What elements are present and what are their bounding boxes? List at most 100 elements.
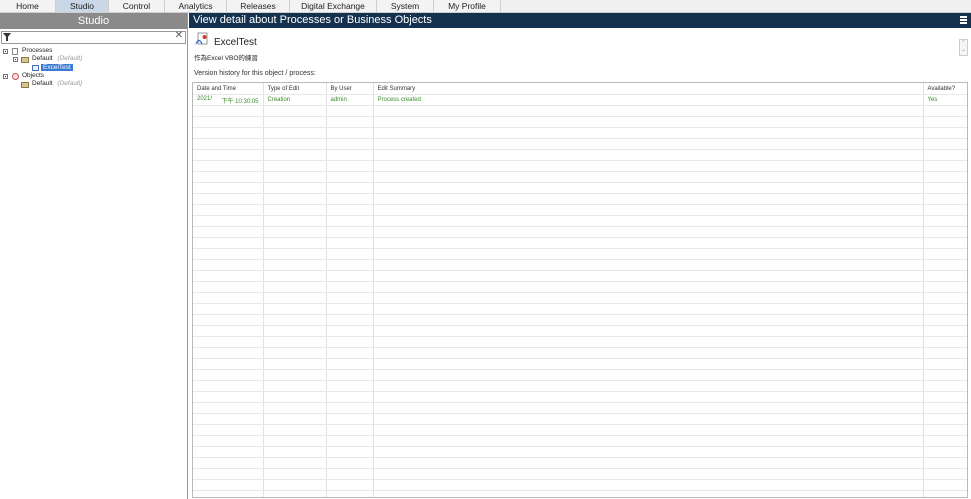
empty-cell <box>326 457 374 469</box>
collapse-processes-icon[interactable] <box>3 49 8 54</box>
tree-node-process-group-default[interactable]: Default (Default) <box>32 55 82 63</box>
empty-cell <box>193 182 264 194</box>
empty-cell <box>193 116 264 128</box>
empty-table-row <box>193 204 967 216</box>
empty-cell <box>263 358 327 370</box>
empty-cell <box>326 358 374 370</box>
empty-cell <box>326 160 374 172</box>
empty-cell <box>263 369 327 381</box>
empty-cell <box>263 413 327 425</box>
empty-cell <box>373 127 924 139</box>
empty-table-row <box>193 193 967 205</box>
empty-cell <box>923 171 967 183</box>
empty-cell <box>263 325 327 337</box>
description-scrollbar[interactable]: ⌃ ⌄ <box>959 39 968 56</box>
empty-cell <box>193 259 264 271</box>
empty-cell <box>193 402 264 414</box>
empty-cell <box>373 171 924 183</box>
column-header-user[interactable]: By User <box>326 83 374 95</box>
collapse-objects-icon[interactable] <box>3 74 8 79</box>
filter-icon[interactable] <box>3 33 11 41</box>
empty-cell <box>263 292 327 304</box>
empty-cell <box>326 347 374 359</box>
empty-cell <box>373 105 924 117</box>
empty-cell <box>326 270 374 282</box>
empty-cell <box>373 347 924 359</box>
empty-cell <box>373 435 924 447</box>
empty-table-row <box>193 160 967 172</box>
empty-table-row <box>193 303 967 315</box>
cell-user: admin <box>326 94 374 106</box>
empty-cell <box>923 435 967 447</box>
empty-cell <box>923 259 967 271</box>
empty-cell <box>263 182 327 194</box>
empty-cell <box>373 281 924 293</box>
empty-cell <box>193 380 264 392</box>
tab-home[interactable]: Home <box>0 0 56 12</box>
empty-cell <box>263 435 327 447</box>
empty-cell <box>923 479 967 491</box>
empty-cell <box>326 446 374 458</box>
empty-cell <box>373 325 924 337</box>
empty-table-row <box>193 424 967 436</box>
table-row[interactable]: 2021/ 下午 10:30:05 Creation admin Process… <box>193 94 967 106</box>
cell-date: 2021/ <box>197 95 213 102</box>
tab-my-profile[interactable]: My Profile <box>434 0 501 12</box>
column-header-summary[interactable]: Edit Summary <box>373 83 924 95</box>
empty-cell <box>263 336 327 348</box>
empty-cell <box>193 193 264 205</box>
menu-icon[interactable] <box>960 16 967 25</box>
empty-cell <box>326 413 374 425</box>
tab-digital-exchange[interactable]: Digital Exchange <box>290 0 377 12</box>
empty-cell <box>193 314 264 326</box>
empty-table-row <box>193 292 967 304</box>
empty-cell <box>263 116 327 128</box>
tab-system[interactable]: System <box>377 0 434 12</box>
empty-cell <box>193 468 264 480</box>
empty-cell <box>923 105 967 117</box>
group-default-tag: (Default) <box>57 80 83 87</box>
empty-cell <box>193 160 264 172</box>
tab-control[interactable]: Control <box>109 0 165 12</box>
empty-cell <box>326 138 374 150</box>
empty-cell <box>193 292 264 304</box>
processes-icon <box>12 48 18 55</box>
empty-cell <box>923 358 967 370</box>
tab-studio[interactable]: Studio <box>56 0 109 12</box>
empty-cell <box>373 303 924 315</box>
empty-cell <box>373 292 924 304</box>
tree-node-processes[interactable]: Processes <box>22 47 52 55</box>
process-icon <box>32 65 39 71</box>
tab-releases[interactable]: Releases <box>227 0 290 12</box>
empty-cell <box>193 270 264 282</box>
column-header-date[interactable]: Date and Time <box>193 83 264 95</box>
empty-cell <box>326 248 374 260</box>
empty-cell <box>326 468 374 480</box>
tab-analytics[interactable]: Analytics <box>165 0 227 12</box>
empty-cell <box>193 127 264 139</box>
empty-cell <box>263 127 327 139</box>
empty-table-row <box>193 468 967 480</box>
empty-cell <box>373 314 924 326</box>
empty-cell <box>193 281 264 293</box>
empty-cell <box>923 314 967 326</box>
empty-cell <box>923 402 967 414</box>
empty-cell <box>326 193 374 205</box>
clear-icon[interactable]: ✕ <box>175 30 183 41</box>
column-header-available[interactable]: Available? <box>923 83 967 95</box>
tree-node-exceltest[interactable]: ExcelTest <box>41 64 73 72</box>
empty-cell <box>923 303 967 315</box>
collapse-default-icon[interactable] <box>13 57 18 62</box>
top-navigation: Home Studio Control Analytics Releases D… <box>0 0 971 13</box>
empty-table-row <box>193 479 967 491</box>
empty-table-row <box>193 402 967 414</box>
column-header-type[interactable]: Type of Edit <box>263 83 327 95</box>
cell-time: 下午 10:30:05 <box>221 98 259 105</box>
empty-table-row <box>193 182 967 194</box>
empty-cell <box>373 446 924 458</box>
cell-summary: Process created <box>373 94 924 106</box>
tree-node-objects[interactable]: Objects <box>22 72 44 80</box>
empty-cell <box>263 215 327 227</box>
tree-filter-input[interactable]: ✕ <box>1 30 186 44</box>
tree-node-object-group-default[interactable]: Default (Default) <box>32 80 82 88</box>
